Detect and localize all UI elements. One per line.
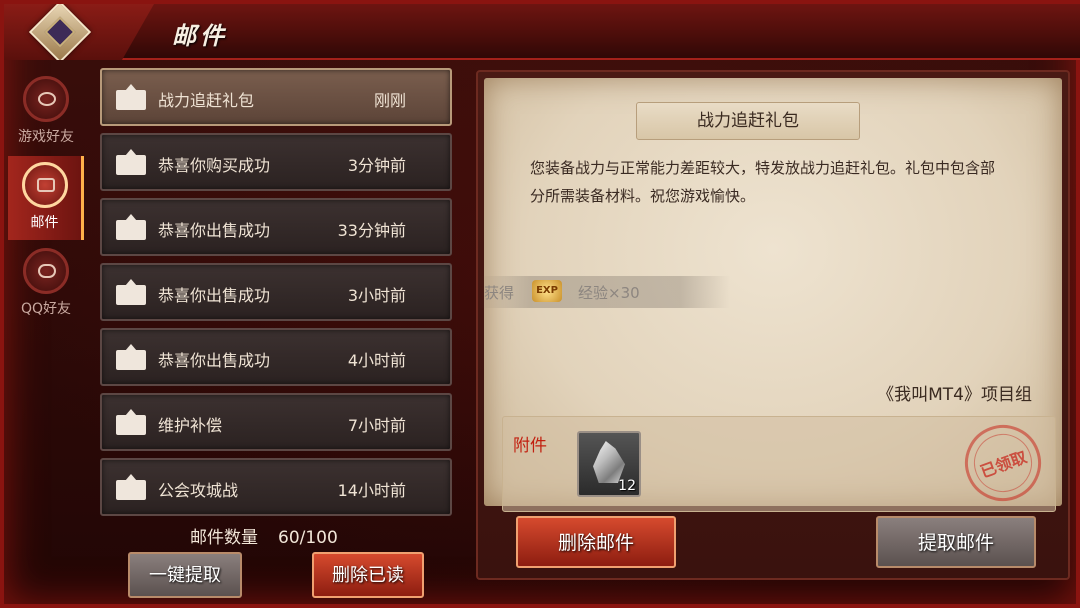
mail-list-item[interactable]: 恭喜你出售成功 33分钟前 xyxy=(100,198,452,256)
item-count: 12 xyxy=(618,478,636,494)
handshake-icon xyxy=(23,248,69,294)
tab-label: 游戏好友 xyxy=(18,129,74,145)
mail-subject: 公会攻城战 xyxy=(158,481,239,500)
tab-label: 邮件 xyxy=(30,215,59,231)
mail-detail-title: 战力追赶礼包 xyxy=(636,102,860,140)
delete-mail-button[interactable]: 删除邮件 xyxy=(516,516,676,568)
mail-time: 刚刚 xyxy=(373,91,406,110)
envelope-icon xyxy=(116,214,146,240)
claimed-stamp: 已领取 xyxy=(954,414,1052,512)
envelope-icon xyxy=(116,279,146,305)
tab-game-friends[interactable]: 游戏好友 xyxy=(8,70,84,154)
mail-list-item[interactable]: 恭喜你购买成功 3分钟前 xyxy=(100,133,452,191)
mail-subject: 恭喜你出售成功 xyxy=(158,221,271,240)
mail-time: 3小时前 xyxy=(347,286,406,305)
envelope-icon xyxy=(116,344,146,370)
mail-signature: 《我叫MT4》项目组 xyxy=(877,385,1032,405)
mail-time: 7小时前 xyxy=(347,416,406,435)
exp-icon: EXP xyxy=(532,280,562,302)
mail-subject: 恭喜你出售成功 xyxy=(158,286,271,305)
mail-list-item[interactable]: 战力追赶礼包 刚刚 xyxy=(100,68,452,126)
envelope-icon xyxy=(116,409,146,435)
mail-count-value: 60/100 xyxy=(278,528,338,548)
game-screen: 邮件 游戏好友 邮件 QQ好友 战力追赶礼包 刚刚 恭喜你购买成功 3分钟前 恭… xyxy=(0,0,1080,608)
envelope-icon xyxy=(116,84,146,110)
reward-line: 获得 EXP 经验×30 xyxy=(480,276,730,308)
mail-time: 33分钟前 xyxy=(337,221,406,240)
back-button[interactable] xyxy=(4,4,154,60)
mail-paper: 战力追赶礼包 您装备战力与正常能力差距较大，特发放战力追赶礼包。礼包中包含部分所… xyxy=(480,78,1062,512)
reward-text: 经验×30 xyxy=(578,284,640,302)
crystal-icon xyxy=(593,441,625,483)
claim-mail-button[interactable]: 提取邮件 xyxy=(876,516,1036,568)
mail-subject: 恭喜你出售成功 xyxy=(158,351,271,370)
attachment-label: 附件 xyxy=(513,436,547,456)
mail-subject: 恭喜你购买成功 xyxy=(158,156,271,175)
attachment-item-slot[interactable]: 12 xyxy=(577,431,641,497)
friends-icon xyxy=(23,76,69,122)
mail-time: 14小时前 xyxy=(337,481,406,500)
tab-qq-friends[interactable]: QQ好友 xyxy=(8,242,84,326)
header-bar: 邮件 xyxy=(4,4,1080,60)
mail-detail-body: 您装备战力与正常能力差距较大，特发放战力追赶礼包。礼包中包含部分所需装备材料。祝… xyxy=(530,159,996,205)
mail-list-item[interactable]: 恭喜你出售成功 4小时前 xyxy=(100,328,452,386)
mail-icon xyxy=(21,162,68,208)
mail-list-item[interactable]: 公会攻城战 14小时前 xyxy=(100,458,452,516)
mail-list-item[interactable]: 维护补偿 7小时前 xyxy=(100,393,452,451)
tab-label: QQ好友 xyxy=(20,301,72,317)
claim-all-button[interactable]: 一键提取 xyxy=(128,552,242,598)
mail-detail-panel: 战力追赶礼包 您装备战力与正常能力差距较大，特发放战力追赶礼包。礼包中包含部分所… xyxy=(476,70,1070,580)
mail-list-item[interactable]: 恭喜你出售成功 3小时前 xyxy=(100,263,452,321)
mail-time: 3分钟前 xyxy=(347,156,406,175)
back-icon xyxy=(28,4,92,60)
attachment-box: 附件 12 已领取 xyxy=(502,414,1056,512)
envelope-icon xyxy=(116,149,146,175)
mail-subject: 战力追赶礼包 xyxy=(158,91,255,110)
reward-label: 获得 xyxy=(484,284,515,302)
mail-time: 4小时前 xyxy=(347,351,406,370)
stamp-text: 已领取 xyxy=(965,425,1041,501)
mail-count: 邮件数量 60/100 xyxy=(190,523,338,548)
tab-mail[interactable]: 邮件 xyxy=(8,156,84,240)
side-tabs: 游戏好友 邮件 QQ好友 xyxy=(8,70,84,330)
mail-count-label: 邮件数量 xyxy=(190,528,258,548)
envelope-icon xyxy=(116,474,146,500)
delete-read-button[interactable]: 删除已读 xyxy=(312,552,424,598)
page-title: 邮件 xyxy=(172,22,228,50)
mail-subject: 维护补偿 xyxy=(158,416,223,435)
